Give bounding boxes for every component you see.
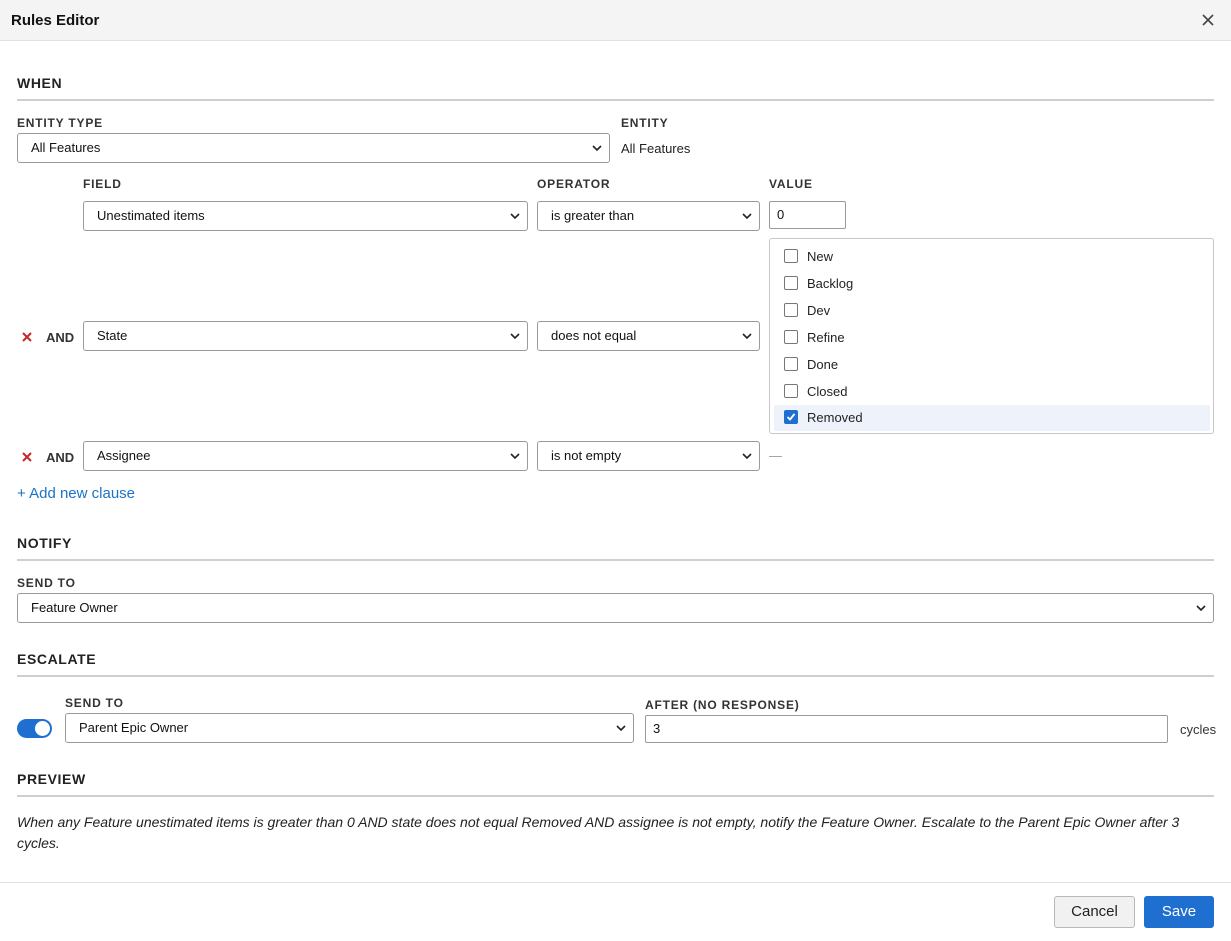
state-option-label: Done <box>807 357 839 372</box>
entity-label: ENTITY <box>621 116 669 130</box>
chevron-down-icon <box>742 333 752 340</box>
footer-divider <box>0 882 1231 883</box>
dialog-title: Rules Editor <box>11 12 100 29</box>
state-multiselect: New Backlog Dev Refine Done Closed Remov… <box>769 238 1214 434</box>
entity-type-label: ENTITY TYPE <box>17 116 103 130</box>
clause-2-field-value: State <box>97 328 128 343</box>
clause-1-value-input[interactable]: 0 <box>769 201 846 229</box>
checkbox[interactable] <box>784 303 798 317</box>
state-option-new[interactable]: New <box>774 246 1210 273</box>
value-header: VALUE <box>769 177 813 191</box>
clause-3-field-select[interactable]: Assignee <box>83 441 528 471</box>
dialog-header: Rules Editor <box>0 0 1231 41</box>
state-option-removed[interactable]: Removed <box>774 405 1210 431</box>
when-section-title: WHEN <box>17 75 63 91</box>
state-option-done[interactable]: Done <box>774 354 1210 381</box>
clause-1-operator-select[interactable]: is greater than <box>537 201 760 231</box>
checkbox-checked[interactable] <box>784 410 798 424</box>
escalate-send-to-value: Parent Epic Owner <box>79 720 189 735</box>
clause-3-value-placeholder: — <box>769 448 782 463</box>
chevron-down-icon <box>510 333 520 340</box>
state-option-label: Closed <box>807 384 848 399</box>
state-option-backlog[interactable]: Backlog <box>774 273 1210 300</box>
chevron-down-icon <box>742 453 752 460</box>
preview-divider <box>17 795 1214 797</box>
clause-2-conjunction: AND <box>46 330 75 345</box>
remove-clause-3-icon[interactable] <box>21 450 33 462</box>
clause-3-operator-select[interactable]: is not empty <box>537 441 760 471</box>
state-option-label: Refine <box>807 330 845 345</box>
state-option-label: Backlog <box>807 276 854 291</box>
entity-type-select[interactable]: All Features <box>17 133 610 163</box>
entity-type-value: All Features <box>31 140 101 155</box>
checkbox[interactable] <box>784 276 798 290</box>
clause-3-field-value: Assignee <box>97 448 151 463</box>
checkbox[interactable] <box>784 357 798 371</box>
checkbox[interactable] <box>784 384 798 398</box>
clause-1-field-select[interactable]: Unestimated items <box>83 201 528 231</box>
notify-section-title: NOTIFY <box>17 535 72 551</box>
escalate-send-to-select[interactable]: Parent Epic Owner <box>65 713 634 743</box>
clause-3-conjunction: AND <box>46 450 75 465</box>
escalate-divider <box>17 675 1214 677</box>
clause-2-operator-value: does not equal <box>551 328 637 343</box>
chevron-down-icon <box>742 213 752 220</box>
add-clause-link[interactable]: + Add new clause <box>17 485 135 502</box>
remove-clause-2-icon[interactable] <box>21 330 33 342</box>
state-option-refine[interactable]: Refine <box>774 327 1210 354</box>
state-option-label: New <box>807 249 834 264</box>
state-option-label: Removed <box>807 410 863 425</box>
save-button[interactable]: Save <box>1144 896 1214 928</box>
escalate-send-to-label: SEND TO <box>65 696 124 710</box>
preview-section-title: PREVIEW <box>17 771 86 787</box>
escalate-after-value: 3 <box>653 721 661 736</box>
close-icon[interactable] <box>1198 10 1218 30</box>
clause-1-operator-value: is greater than <box>551 208 635 223</box>
entity-value: All Features <box>621 141 691 156</box>
chevron-down-icon <box>1196 605 1206 612</box>
escalate-toggle[interactable] <box>17 719 52 738</box>
chevron-down-icon <box>616 725 626 732</box>
clause-2-field-select[interactable]: State <box>83 321 528 351</box>
check-icon <box>786 413 796 421</box>
clause-1-field-value: Unestimated items <box>97 208 205 223</box>
chevron-down-icon <box>510 453 520 460</box>
state-option-dev[interactable]: Dev <box>774 300 1210 327</box>
escalate-section-title: ESCALATE <box>17 651 97 667</box>
preview-text: When any Feature unestimated items is gr… <box>17 814 1180 851</box>
chevron-down-icon <box>510 213 520 220</box>
checkbox[interactable] <box>784 330 798 344</box>
notify-divider <box>17 559 1214 561</box>
escalate-after-label: AFTER (NO RESPONSE) <box>645 698 800 712</box>
toggle-knob <box>35 721 50 736</box>
field-header: FIELD <box>83 177 122 191</box>
escalate-after-input[interactable]: 3 <box>645 715 1168 743</box>
state-option-label: Dev <box>807 303 831 318</box>
notify-send-to-label: SEND TO <box>17 576 76 590</box>
notify-send-to-value: Feature Owner <box>31 600 118 615</box>
escalate-unit: cycles <box>1180 722 1217 737</box>
notify-send-to-select[interactable]: Feature Owner <box>17 593 1214 623</box>
state-option-closed[interactable]: Closed <box>774 381 1210 408</box>
operator-header: OPERATOR <box>537 177 611 191</box>
clause-1-value: 0 <box>777 207 785 222</box>
when-divider <box>17 99 1214 101</box>
clause-2-operator-select[interactable]: does not equal <box>537 321 760 351</box>
checkbox[interactable] <box>784 249 798 263</box>
chevron-down-icon <box>592 145 602 152</box>
cancel-button[interactable]: Cancel <box>1054 896 1135 928</box>
clause-3-operator-value: is not empty <box>551 448 622 463</box>
